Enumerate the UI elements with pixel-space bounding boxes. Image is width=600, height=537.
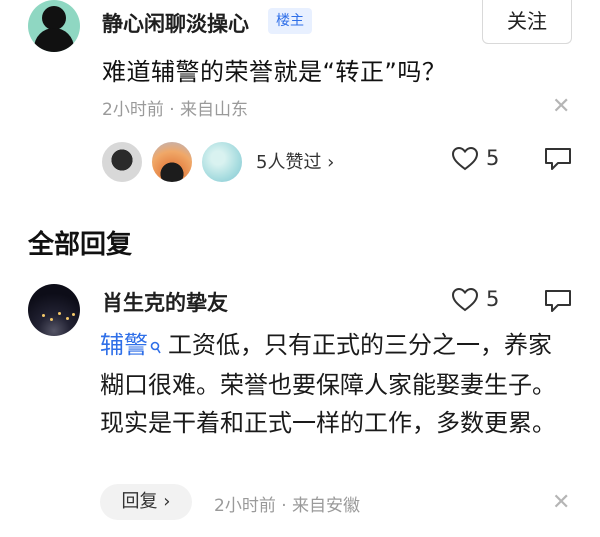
heart-icon[interactable] — [452, 288, 478, 312]
post-author-avatar[interactable] — [28, 0, 80, 52]
reply-author-avatar[interactable] — [28, 284, 80, 336]
keyword-link[interactable]: 辅警 — [100, 331, 148, 359]
search-icon[interactable] — [150, 328, 162, 366]
close-icon[interactable]: ✕ — [552, 490, 570, 515]
liker-avatar[interactable] — [200, 140, 244, 184]
post-text: 难道辅警的荣誉就是“转正”吗？ — [102, 58, 447, 86]
liker-avatar[interactable] — [100, 140, 144, 184]
post-time-source: 2小时前 · 来自山东 — [102, 100, 249, 120]
author-badge: 楼主 — [268, 8, 312, 34]
reply-text: 辅警 工资低，只有正式的三分之一，养家糊口很难。荣誉也要保障人家能娶妻生子。现实是… — [100, 326, 570, 442]
post-like-count: 5 — [486, 146, 500, 170]
reply-body: 工资低，只有正式的三分之一，养家糊口很难。荣誉也要保障人家能娶妻生子。现实是干着… — [100, 331, 556, 437]
follow-button[interactable]: 关注 — [482, 0, 572, 44]
heart-icon[interactable] — [452, 147, 478, 171]
reply-author-name[interactable]: 肖生克的挚友 — [102, 287, 228, 317]
section-title: 全部回复 — [28, 230, 133, 260]
likes-summary-link[interactable]: 5人赞过 › — [256, 148, 334, 174]
reply-icon[interactable] — [544, 288, 572, 314]
reply-icon[interactable] — [544, 146, 572, 172]
close-icon[interactable]: ✕ — [552, 94, 570, 119]
reply-like-count: 5 — [486, 287, 500, 311]
post-author-name[interactable]: 静心闲聊淡操心 — [102, 8, 249, 38]
reply-time-source: 2小时前 · 来自安徽 — [214, 496, 361, 516]
reply-button[interactable]: 回复 › — [100, 484, 192, 520]
liker-avatar[interactable] — [150, 140, 194, 184]
